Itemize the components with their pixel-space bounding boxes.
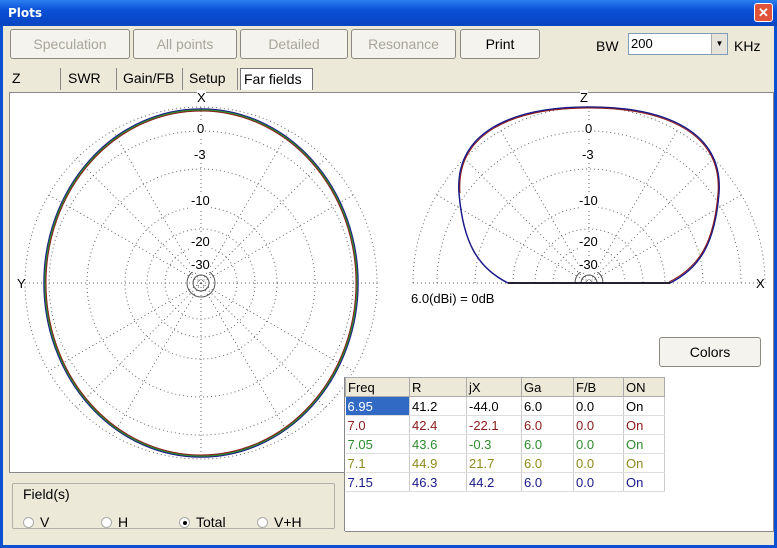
elevation-ring-label: 0 (585, 121, 593, 136)
table-cell[interactable]: 6.0 (521, 396, 574, 416)
col-r[interactable]: R (409, 377, 467, 397)
results-table: Freq R jX Ga F/B ON 6.95 41.2 -44.0 6.0 0.0 O… (344, 377, 770, 531)
radio-total[interactable]: Total (179, 514, 226, 530)
table-cell[interactable]: 6.0 (521, 472, 574, 492)
bw-unit-label: KHz (734, 38, 761, 54)
azimuth-ring-label: 0 (197, 121, 205, 136)
radio-h[interactable]: H (101, 514, 128, 530)
table-cell[interactable]: 41.2 (409, 396, 467, 416)
table-cell[interactable]: 21.7 (466, 453, 522, 473)
table-cell[interactable]: 6.95 (345, 396, 410, 416)
tab-far-fields[interactable]: Far fields (240, 68, 313, 90)
radio-icon (101, 517, 112, 528)
fields-legend: Field(s) (21, 486, 72, 502)
radio-icon (23, 517, 34, 528)
table-cell[interactable]: -0.3 (466, 434, 522, 454)
table-cell[interactable]: 6.0 (521, 415, 574, 435)
table-cell[interactable]: On (623, 396, 665, 416)
table-cell[interactable]: 7.15 (345, 472, 410, 492)
azimuth-ring-label: -3 (194, 147, 206, 162)
bw-select[interactable]: 200 ▼ (628, 33, 728, 55)
col-freq[interactable]: Freq (345, 377, 410, 397)
colors-button[interactable]: Colors (659, 337, 761, 367)
table-cell[interactable]: On (623, 415, 665, 435)
table-row[interactable]: 7.15 46.3 44.2 6.0 0.0 On (345, 472, 665, 492)
table-cell[interactable]: 6.0 (521, 434, 574, 454)
detailed-button[interactable]: Detailed (240, 29, 348, 59)
table-cell[interactable]: 0.0 (573, 434, 624, 454)
tab-gain-fb[interactable]: Gain/FB (120, 68, 183, 90)
azimuth-ring-label: -30 (191, 257, 210, 272)
table-cell[interactable]: On (623, 434, 665, 454)
col-on[interactable]: ON (623, 377, 665, 397)
close-button[interactable]: ✕ (754, 3, 773, 22)
table-cell[interactable]: -22.1 (466, 415, 522, 435)
tab-setup[interactable]: Setup (186, 68, 238, 90)
window-title: Plots (8, 6, 43, 20)
plots-window: Plots ✕ Speculation All points Detailed … (0, 0, 777, 548)
tab-z[interactable]: Z (9, 68, 61, 90)
chevron-down-icon[interactable]: ▼ (711, 34, 727, 54)
radio-icon (257, 517, 268, 528)
table-cell[interactable]: On (623, 453, 665, 473)
bw-value: 200 (631, 36, 653, 51)
title-bar[interactable]: Plots ✕ (0, 0, 777, 26)
tab-swr[interactable]: SWR (65, 68, 117, 90)
table-cell[interactable]: 46.3 (409, 472, 467, 492)
all-points-button[interactable]: All points (133, 29, 237, 59)
table-header-row: Freq R jX Ga F/B ON (345, 377, 665, 397)
table-cell[interactable]: 0.0 (573, 453, 624, 473)
table-row[interactable]: 7.0 42.4 -22.1 6.0 0.0 On (345, 415, 665, 435)
azimuth-ring-label: -10 (191, 193, 210, 208)
azimuth-y-label: Y (17, 276, 26, 291)
table-cell[interactable]: 7.0 (345, 415, 410, 435)
azimuth-x-label: X (197, 90, 206, 105)
resonance-button[interactable]: Resonance (351, 29, 456, 59)
table-cell[interactable]: 44.2 (466, 472, 522, 492)
table-cell[interactable]: 7.05 (345, 434, 410, 454)
col-fb[interactable]: F/B (573, 377, 624, 397)
radio-selected-icon (179, 517, 190, 528)
col-jx[interactable]: jX (466, 377, 522, 397)
table-cell[interactable]: 0.0 (573, 415, 624, 435)
elevation-ring-label: -20 (579, 234, 598, 249)
elevation-ring-label: -30 (579, 257, 598, 272)
radio-v-plus-h[interactable]: V+H (257, 514, 302, 530)
table-cell[interactable]: 7.1 (345, 453, 410, 473)
reference-level-text: 6.0(dBi) = 0dB (411, 291, 495, 306)
table-row[interactable]: 7.1 44.9 21.7 6.0 0.0 On (345, 453, 665, 473)
fields-group: Field(s) V H Total V+H (9, 472, 345, 532)
table-row[interactable]: 7.05 43.6 -0.3 6.0 0.0 On (345, 434, 665, 454)
bw-label: BW (596, 38, 619, 54)
col-ga[interactable]: Ga (521, 377, 574, 397)
table-cell[interactable]: 43.6 (409, 434, 467, 454)
table-row[interactable]: 6.95 41.2 -44.0 6.0 0.0 On (345, 396, 665, 416)
table-cell[interactable]: 6.0 (521, 453, 574, 473)
fields-box: Field(s) V H Total V+H (12, 483, 335, 530)
print-button[interactable]: Print (460, 29, 540, 59)
table-cell[interactable]: 0.0 (573, 396, 624, 416)
table-cell[interactable]: On (623, 472, 665, 492)
elevation-ring-label: -3 (582, 147, 594, 162)
table-cell[interactable]: 42.4 (409, 415, 467, 435)
table-cell[interactable]: 0.0 (573, 472, 624, 492)
elevation-x-label: X (756, 276, 765, 291)
speculation-button[interactable]: Speculation (10, 29, 130, 59)
elevation-z-label: Z (580, 90, 588, 105)
azimuth-ring-label: -20 (191, 234, 210, 249)
table-cell[interactable]: 44.9 (409, 453, 467, 473)
radio-v[interactable]: V (23, 514, 49, 530)
elevation-ring-label: -10 (579, 193, 598, 208)
table-cell[interactable]: -44.0 (466, 396, 522, 416)
close-icon: ✕ (758, 5, 769, 20)
